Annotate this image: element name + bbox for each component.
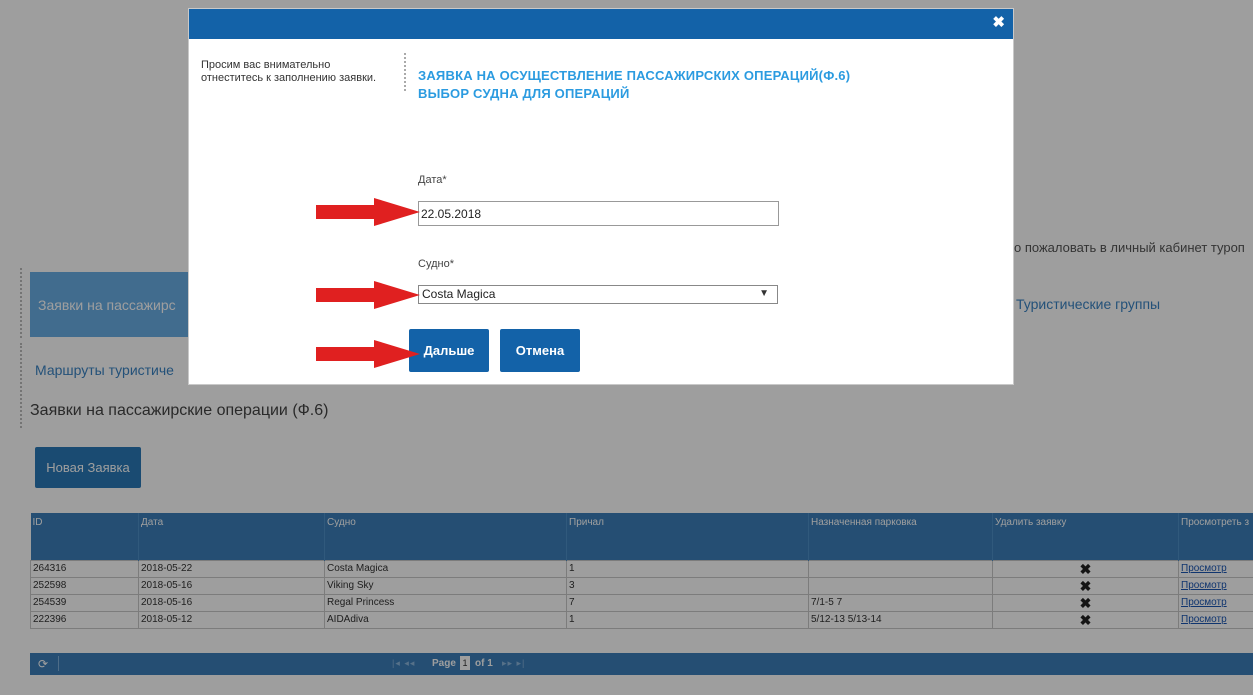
date-field[interactable] <box>418 201 779 226</box>
instruction-note: Просим вас внимательно отнеститесь к зап… <box>201 59 377 84</box>
red-arrow-icon <box>316 198 420 226</box>
ship-select-value: Costa Magica <box>422 287 496 301</box>
red-arrow-icon <box>316 340 420 368</box>
cancel-button[interactable]: Отмена <box>500 329 580 372</box>
modal-title-line1: ЗАЯВКА НА ОСУЩЕСТВЛЕНИЕ ПАССАЖИРСКИХ ОПЕ… <box>418 68 851 83</box>
close-icon[interactable]: ✖ <box>992 15 1005 31</box>
dotted-divider <box>404 53 406 91</box>
ship-label: Судно* <box>418 258 454 270</box>
request-modal: ✖ Просим вас внимательно отнеститесь к з… <box>188 8 1014 385</box>
next-button[interactable]: Дальше <box>409 329 489 372</box>
modal-title-line2: ВЫБОР СУДНА ДЛЯ ОПЕРАЦИЙ <box>418 86 630 101</box>
red-arrow-icon <box>316 281 420 309</box>
ship-select[interactable]: Costa Magica ▼ <box>418 285 778 304</box>
modal-header: ✖ <box>189 9 1013 39</box>
modal-title: ЗАЯВКА НА ОСУЩЕСТВЛЕНИЕ ПАССАЖИРСКИХ ОПЕ… <box>418 67 850 103</box>
date-label: Дата* <box>418 174 447 186</box>
chevron-down-icon: ▼ <box>759 288 769 299</box>
